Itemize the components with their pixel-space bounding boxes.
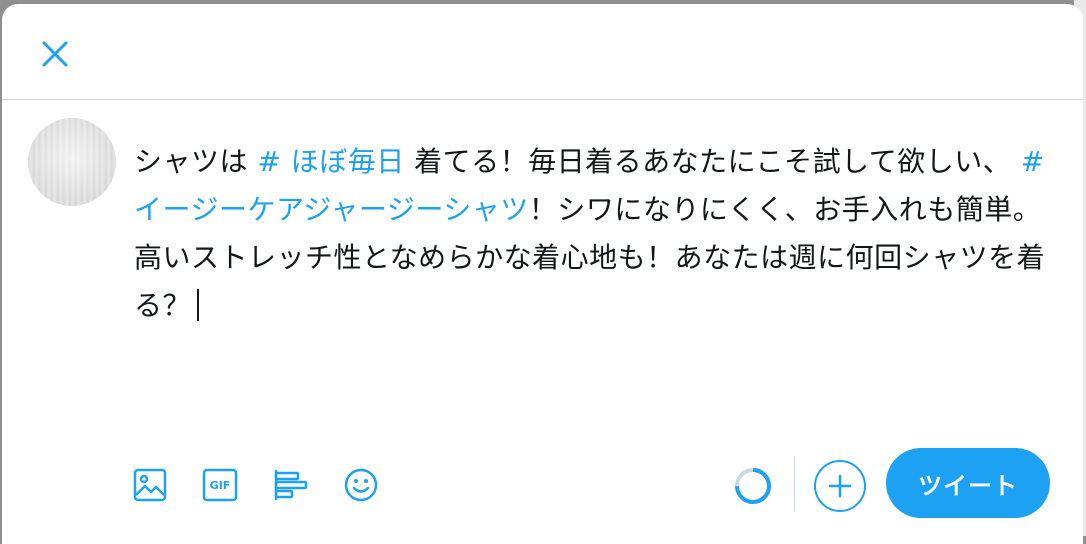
hashtag-link[interactable]: # ほぼ毎日 — [257, 145, 404, 178]
tweet-text-area[interactable]: シャツは # ほぼ毎日 着てる！毎日着るあなたにこそ試して欲しい、 #イージーケ… — [134, 138, 1054, 330]
add-emoji-button[interactable] — [342, 466, 380, 504]
image-icon — [133, 468, 167, 502]
poll-icon — [274, 470, 308, 500]
close-button[interactable] — [33, 32, 77, 76]
compose-dialog: シャツは # ほぼ毎日 着てる！毎日着るあなたにこそ試して欲しい、 #イージーケ… — [2, 4, 1083, 544]
gif-label: GIF — [209, 478, 231, 492]
add-gif-button[interactable]: GIF — [201, 466, 239, 504]
dialog-header — [2, 4, 1083, 100]
add-poll-button[interactable] — [271, 466, 309, 504]
add-image-button[interactable] — [131, 466, 169, 504]
text-cursor — [197, 289, 200, 321]
close-icon — [42, 41, 68, 67]
avatar — [28, 118, 116, 206]
tweet-text-segment: 着てる！毎日着るあなたにこそ試して欲しい、 — [404, 145, 1021, 178]
tweet-text-segment: シャツは — [134, 145, 258, 178]
plus-icon — [828, 474, 852, 498]
toolbar-divider — [794, 456, 795, 511]
character-count-ring — [735, 468, 771, 504]
emoji-icon — [344, 468, 378, 502]
tweet-button[interactable]: ツイート — [886, 448, 1050, 518]
add-tweet-button[interactable] — [814, 460, 866, 512]
